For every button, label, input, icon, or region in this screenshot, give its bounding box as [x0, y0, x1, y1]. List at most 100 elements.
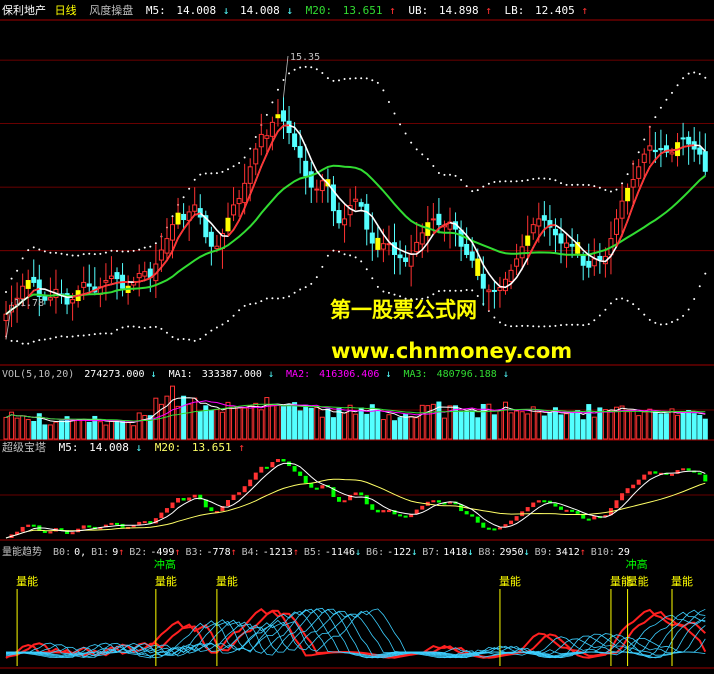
candle-body: [159, 250, 163, 260]
lb-dot: [466, 289, 468, 291]
lb-dot: [549, 325, 551, 327]
volume-bar: [537, 413, 541, 439]
lb-dot: [471, 289, 473, 291]
candle-body: [215, 246, 219, 248]
ub-dot: [288, 72, 290, 74]
trend-marker-label: 量能: [627, 574, 649, 588]
lb-dot: [455, 290, 457, 292]
lb-dot: [83, 334, 85, 336]
ub-dot: [199, 174, 201, 176]
trend-b-label: B9:: [535, 547, 553, 558]
candle-body: [359, 203, 363, 207]
lb-dot: [554, 325, 556, 327]
ub-dot: [221, 171, 223, 173]
volume-bar: [198, 412, 202, 439]
volume-bar: [48, 425, 52, 439]
ub-dot: [510, 180, 512, 182]
lb-dot: [327, 255, 329, 257]
volume-bar: [498, 410, 502, 439]
trend-b-value: -1213: [263, 547, 293, 558]
lb-dot: [271, 297, 273, 299]
ub-dot: [183, 196, 185, 198]
ub-dot: [421, 153, 423, 155]
candle-body: [670, 152, 674, 154]
trend-marker-label: 量能: [216, 574, 238, 588]
tower-bar: [437, 500, 441, 502]
lb-dot: [321, 266, 323, 268]
ub-dot: [244, 157, 246, 159]
volume-bar: [676, 415, 680, 439]
volume-bar: [659, 414, 663, 439]
lb-dot: [677, 319, 679, 321]
candle-body: [287, 121, 291, 132]
volume-bar: [320, 417, 324, 439]
volume-bar: [298, 411, 302, 439]
lb-dot: [233, 315, 235, 317]
ub-dot: [671, 92, 673, 94]
lb-dot: [138, 326, 140, 328]
lb-dot: [277, 297, 279, 299]
lb-dot: [527, 325, 529, 327]
candle-body: [420, 233, 424, 244]
volume-bar: [232, 407, 236, 439]
ub-dot: [482, 186, 484, 188]
extra-arrow: ↓: [286, 4, 293, 17]
tower-bar: [648, 471, 652, 474]
trend-b-value: 1418: [443, 547, 467, 558]
tower-bar: [476, 517, 480, 523]
ub-dot: [299, 67, 301, 69]
lb-dot: [172, 336, 174, 338]
ub-dot: [382, 89, 384, 91]
candle-body: [470, 252, 474, 260]
volume-bar: [15, 418, 19, 439]
ub-dot: [665, 99, 667, 101]
candle-body: [176, 213, 180, 224]
tower-bar: [509, 521, 513, 525]
trend-b-label: B10:: [591, 547, 615, 558]
ma5-rising-segment: [683, 146, 689, 147]
candle-body: [398, 255, 402, 258]
lb-dot: [510, 325, 512, 327]
tower-bar: [21, 527, 25, 532]
ub-dot: [94, 253, 96, 255]
ub-dot: [416, 148, 418, 150]
trend-b-value: -1146: [325, 547, 355, 558]
tower-bar: [193, 495, 197, 498]
ma5-rising-segment: [117, 282, 123, 283]
candle-body: [171, 225, 175, 240]
ub-dot: [455, 175, 457, 177]
ub-dot: [599, 187, 601, 189]
candle-body: [659, 149, 663, 150]
watermark-url: www.chnmoney.com: [331, 339, 572, 363]
trend-marker-label: 量能: [671, 574, 693, 588]
volume-bar: [287, 405, 291, 439]
candle-body: [315, 189, 319, 190]
volume-bar: [331, 418, 335, 439]
ub-dot: [210, 172, 212, 174]
volume-bar: [664, 414, 668, 439]
volume-bar: [220, 412, 224, 439]
ub-dot: [44, 250, 46, 252]
ub-dot: [327, 77, 329, 79]
ma20-arrow: ↑: [389, 4, 396, 17]
volume-bar: [687, 411, 691, 439]
volume-bar: [98, 422, 102, 439]
volume-bar: [409, 416, 413, 439]
candle-body: [703, 152, 707, 172]
candle-body: [481, 274, 485, 288]
lb-dot: [177, 338, 179, 340]
trend-b-value: 29: [618, 547, 630, 558]
volume-bar: [542, 416, 546, 439]
lb-dot: [27, 343, 29, 345]
lb-dot: [283, 297, 285, 299]
candle-body: [615, 219, 619, 234]
lb-label: LB:: [505, 4, 525, 17]
tower-bar: [48, 531, 52, 533]
volume-bar: [626, 412, 630, 439]
volume-bar: [642, 412, 646, 439]
ub-dot: [366, 77, 368, 79]
volume-bar: [637, 416, 641, 439]
tower-bar: [576, 511, 580, 514]
tower-bar: [637, 480, 641, 485]
tower-bar: [487, 528, 491, 530]
